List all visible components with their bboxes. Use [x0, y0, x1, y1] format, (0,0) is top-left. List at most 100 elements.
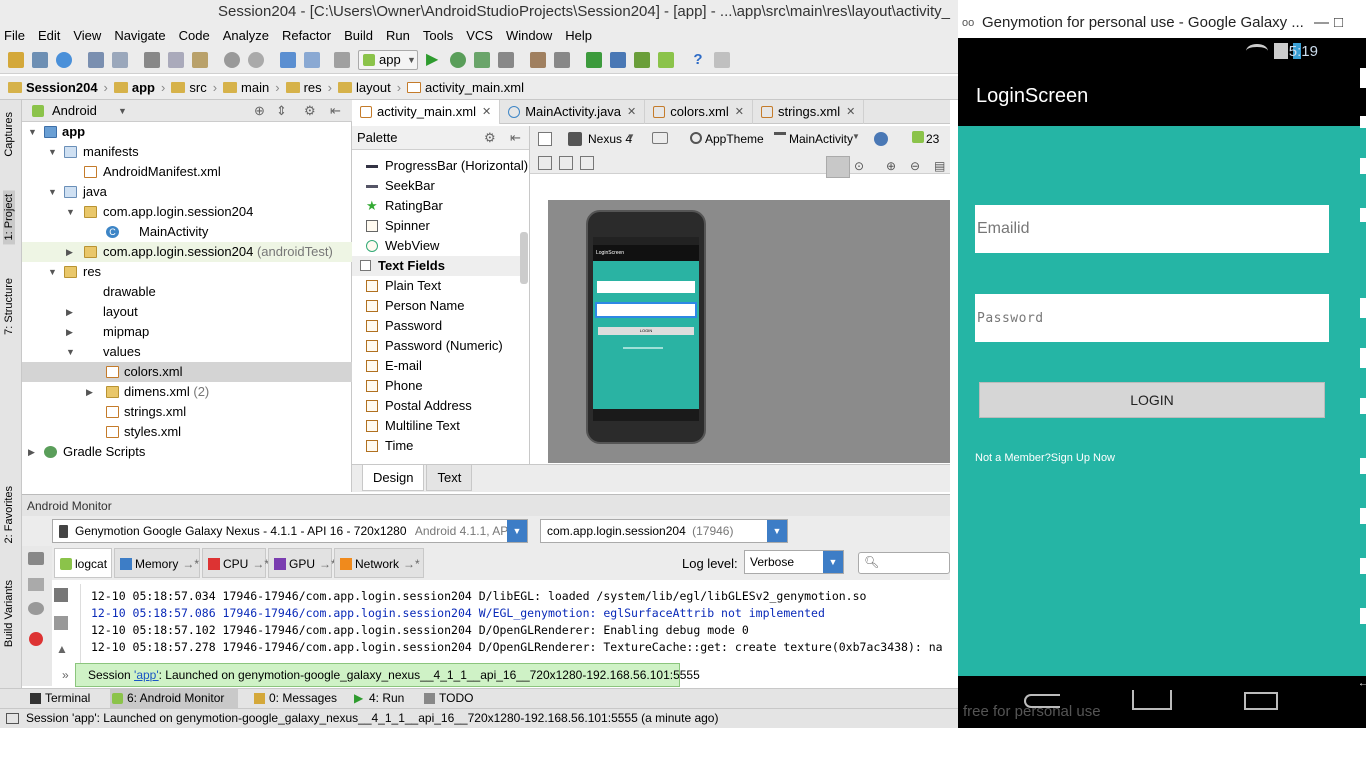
gear-icon[interactable]: ⚙: [304, 100, 316, 122]
tool-android-monitor[interactable]: 6: Android Monitor: [110, 689, 238, 708]
hide-icon[interactable]: ⇤: [330, 100, 341, 122]
signup-link[interactable]: Not a Member?Sign Up Now: [975, 452, 1115, 464]
menu-view[interactable]: View: [73, 28, 101, 43]
password-field[interactable]: [975, 294, 1329, 342]
screenshot-icon[interactable]: [28, 552, 44, 565]
breadcrumb-item[interactable]: Session204: [8, 80, 98, 95]
preview-signup-link[interactable]: [623, 347, 663, 349]
tree-item-strings[interactable]: strings.xml: [22, 402, 352, 422]
tree-item-layout[interactable]: ▶ layout: [22, 302, 352, 322]
palette-item[interactable]: ProgressBar (Horizontal): [352, 156, 528, 176]
palette-item[interactable]: Postal Address: [352, 396, 528, 416]
logcat-search-input[interactable]: 🔍︎: [858, 552, 950, 574]
preview-email-field[interactable]: [597, 281, 695, 293]
collapse-all-icon[interactable]: ⇕: [276, 100, 287, 122]
rotate-widget-icon[interactable]: [1360, 398, 1366, 414]
tree-item-mipmap[interactable]: ▶ mipmap: [22, 322, 352, 342]
maximize-icon[interactable]: □: [1334, 8, 1343, 38]
zoom-in-icon[interactable]: ⊕: [886, 159, 896, 173]
theme-select[interactable]: AppTheme: [705, 132, 764, 146]
android-device-monitor-icon[interactable]: [658, 52, 674, 68]
zoom-reset-icon[interactable]: ⊙: [854, 159, 864, 173]
layout-options-icon[interactable]: [580, 156, 594, 170]
forward-icon[interactable]: [304, 52, 320, 68]
tree-item-manifests[interactable]: ▼ manifests: [22, 142, 352, 162]
menu-analyze[interactable]: Analyze: [223, 28, 269, 43]
arrow-left-icon[interactable]: ←: [1358, 678, 1366, 689]
menu-refactor[interactable]: Refactor: [282, 28, 331, 43]
cut-icon[interactable]: [144, 52, 160, 68]
scroll-from-source-icon[interactable]: ⊕: [254, 100, 265, 122]
chevron-down-icon[interactable]: ▼: [118, 100, 127, 122]
make-project-icon[interactable]: [334, 52, 350, 68]
zoom-to-fit-icon[interactable]: [538, 156, 552, 170]
tool-window-toggle-icon[interactable]: [6, 713, 19, 724]
tool-terminal[interactable]: Terminal: [28, 689, 90, 708]
tree-item-mainactivity[interactable]: C MainActivity: [22, 222, 352, 242]
camera-widget-icon[interactable]: [1360, 158, 1366, 174]
captures-tab[interactable]: Captures: [3, 112, 15, 157]
tree-item-res[interactable]: ▼ res: [22, 262, 352, 282]
api-level-select[interactable]: 23: [926, 132, 939, 146]
tree-item-gradle-scripts[interactable]: ▶ Gradle Scripts: [22, 442, 352, 462]
expand-icon[interactable]: [559, 156, 573, 170]
tree-item-values[interactable]: ▼ values: [22, 342, 352, 362]
zoom-out-icon[interactable]: ⊖: [910, 159, 920, 173]
minimize-icon[interactable]: —: [1314, 8, 1329, 38]
menu-vcs[interactable]: VCS: [466, 28, 493, 43]
tree-item-androidtest-package[interactable]: ▶ com.app.login.session204 (androidTest): [22, 242, 352, 262]
close-icon[interactable]: ✕: [735, 100, 744, 124]
palette-scrollbar[interactable]: [520, 232, 528, 284]
tree-item-colors[interactable]: colors.xml: [22, 362, 352, 382]
system-info-icon[interactable]: [28, 602, 44, 615]
tab-gpu[interactable]: GPU →*: [268, 548, 336, 578]
structure-tab[interactable]: 7: Structure: [3, 278, 15, 335]
palette-item[interactable]: Password (Numeric): [352, 336, 528, 356]
palette-item[interactable]: ★ RatingBar: [352, 196, 528, 216]
open-folder-icon[interactable]: [8, 52, 24, 68]
volume-down-icon[interactable]: [1360, 508, 1366, 524]
tab-mainactivity[interactable]: MainActivity.java ✕: [500, 100, 646, 124]
recents-icon[interactable]: [1244, 692, 1278, 710]
breadcrumb-item[interactable]: app: [113, 80, 155, 95]
tree-item-drawable[interactable]: drawable: [22, 282, 352, 302]
breadcrumb-item[interactable]: src: [171, 80, 207, 95]
tool-todo[interactable]: TODO: [422, 689, 473, 708]
menu-navigate[interactable]: Navigate: [114, 28, 165, 43]
favorites-tab[interactable]: 2: Favorites: [3, 486, 15, 543]
capture-widget-icon[interactable]: [1360, 208, 1366, 222]
breadcrumb-item[interactable]: layout: [337, 80, 391, 95]
sync-gradle-icon[interactable]: [586, 52, 602, 68]
redo-icon[interactable]: [112, 52, 128, 68]
palette-item[interactable]: SeekBar: [352, 176, 528, 196]
tab-colors[interactable]: colors.xml ✕: [645, 100, 753, 124]
globe-icon[interactable]: [874, 132, 888, 146]
menu-icon[interactable]: [1360, 608, 1366, 624]
tree-item-app[interactable]: ▼ app: [22, 122, 352, 142]
trash-icon[interactable]: [54, 588, 68, 602]
run-icon[interactable]: ▶: [426, 52, 442, 68]
close-icon[interactable]: ✕: [627, 100, 636, 124]
palette-section-text-fields[interactable]: Text Fields: [352, 256, 528, 276]
menu-help[interactable]: Help: [565, 28, 592, 43]
run-config-select[interactable]: app ▼: [358, 50, 418, 70]
breadcrumb-item[interactable]: res: [285, 80, 322, 95]
orientation-icon[interactable]: [652, 132, 668, 144]
back-icon[interactable]: [280, 52, 296, 68]
save-icon[interactable]: [32, 52, 48, 68]
preview-login-button[interactable]: LOGIN: [598, 327, 694, 335]
actual-size-button[interactable]: [826, 156, 850, 178]
tab-memory[interactable]: Memory →*: [114, 548, 200, 578]
screen-record-icon[interactable]: [28, 578, 44, 591]
hide-icon[interactable]: ⇤: [510, 126, 521, 150]
activity-select[interactable]: MainActivity: [789, 132, 853, 146]
tab-activity-main[interactable]: activity_main.xml ✕: [352, 100, 501, 124]
palette-item[interactable]: Password: [352, 316, 528, 336]
avd-manager-icon[interactable]: [610, 52, 626, 68]
device-select[interactable]: Genymotion Google Galaxy Nexus - 4.1.1 -…: [52, 519, 528, 543]
project-view-select[interactable]: Android: [52, 103, 97, 118]
tab-design[interactable]: Design: [362, 465, 425, 491]
replace-icon[interactable]: [248, 52, 264, 68]
tree-item-androidmanifest[interactable]: AndroidManifest.xml: [22, 162, 352, 182]
tab-logcat[interactable]: logcat: [54, 548, 112, 578]
